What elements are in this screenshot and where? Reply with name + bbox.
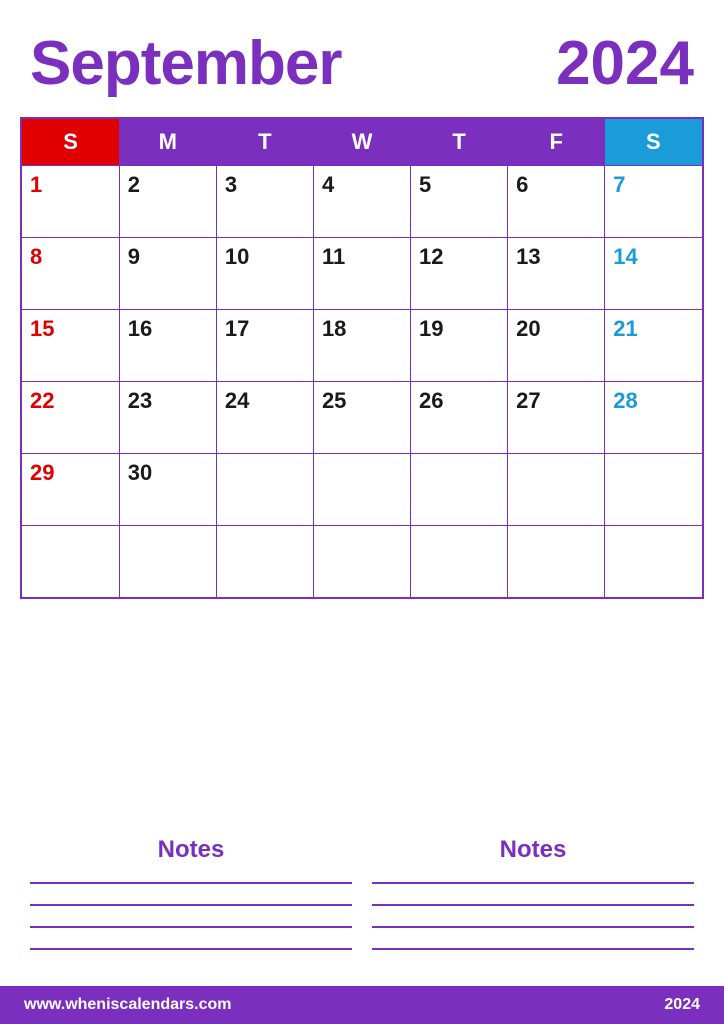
header-tuesday: T <box>216 118 313 166</box>
calendar-cell: 8 <box>21 238 119 310</box>
notes-line-7 <box>372 926 694 928</box>
calendar-cell <box>508 526 605 598</box>
calendar-container: S M T W T F S 12345678910111213141516171… <box>0 117 724 812</box>
calendar-table: S M T W T F S 12345678910111213141516171… <box>20 117 704 599</box>
calendar-cell: 4 <box>313 166 410 238</box>
calendar-cell: 12 <box>411 238 508 310</box>
calendar-cell <box>605 526 703 598</box>
calendar-cell: 30 <box>119 454 216 526</box>
calendar-cell <box>508 454 605 526</box>
calendar-cell: 11 <box>313 238 410 310</box>
calendar-cell <box>216 526 313 598</box>
calendar-cell: 7 <box>605 166 703 238</box>
calendar-row: 22232425262728 <box>21 382 703 454</box>
calendar-cell: 10 <box>216 238 313 310</box>
header-wednesday: W <box>313 118 410 166</box>
calendar-cell: 13 <box>508 238 605 310</box>
calendar-cell: 21 <box>605 310 703 382</box>
calendar-cell: 28 <box>605 382 703 454</box>
month-title: September <box>30 28 341 99</box>
calendar-cell: 15 <box>21 310 119 382</box>
notes-line-8 <box>372 948 694 950</box>
notes-right-title: Notes <box>372 836 694 864</box>
header-friday: F <box>508 118 605 166</box>
calendar-row: 2930 <box>21 454 703 526</box>
calendar-row: 891011121314 <box>21 238 703 310</box>
calendar-cell: 6 <box>508 166 605 238</box>
notes-line-5 <box>372 882 694 884</box>
notes-left: Notes <box>30 836 352 970</box>
notes-right: Notes <box>372 836 694 970</box>
notes-line-1 <box>30 882 352 884</box>
calendar-cell: 14 <box>605 238 703 310</box>
calendar-cell: 26 <box>411 382 508 454</box>
calendar-cell <box>21 526 119 598</box>
calendar-page: September 2024 S M T W T F S 12345678910… <box>0 0 724 1024</box>
calendar-cell <box>313 526 410 598</box>
calendar-body: 1234567891011121314151617181920212223242… <box>21 166 703 598</box>
weekday-header-row: S M T W T F S <box>21 118 703 166</box>
notes-line-6 <box>372 904 694 906</box>
notes-left-title: Notes <box>30 836 352 864</box>
calendar-cell: 19 <box>411 310 508 382</box>
calendar-cell: 20 <box>508 310 605 382</box>
calendar-cell: 29 <box>21 454 119 526</box>
calendar-cell: 24 <box>216 382 313 454</box>
notes-section: Notes Notes <box>0 812 724 986</box>
notes-line-4 <box>30 948 352 950</box>
calendar-cell: 2 <box>119 166 216 238</box>
calendar-cell: 16 <box>119 310 216 382</box>
calendar-row: 15161718192021 <box>21 310 703 382</box>
calendar-row <box>21 526 703 598</box>
notes-line-2 <box>30 904 352 906</box>
calendar-cell: 9 <box>119 238 216 310</box>
footer-year: 2024 <box>664 996 700 1014</box>
calendar-cell: 23 <box>119 382 216 454</box>
calendar-cell <box>411 454 508 526</box>
calendar-cell: 27 <box>508 382 605 454</box>
calendar-cell <box>313 454 410 526</box>
header-monday: M <box>119 118 216 166</box>
calendar-cell: 3 <box>216 166 313 238</box>
calendar-cell: 17 <box>216 310 313 382</box>
header-thursday: T <box>411 118 508 166</box>
calendar-row: 1234567 <box>21 166 703 238</box>
calendar-cell: 25 <box>313 382 410 454</box>
calendar-cell: 22 <box>21 382 119 454</box>
header-sunday: S <box>21 118 119 166</box>
footer-url: www.wheniscalendars.com <box>24 996 231 1014</box>
page-footer: www.wheniscalendars.com 2024 <box>0 986 724 1024</box>
calendar-header: September 2024 <box>0 0 724 117</box>
calendar-cell: 5 <box>411 166 508 238</box>
calendar-cell <box>411 526 508 598</box>
calendar-cell: 1 <box>21 166 119 238</box>
calendar-cell <box>216 454 313 526</box>
notes-line-3 <box>30 926 352 928</box>
calendar-cell: 18 <box>313 310 410 382</box>
header-saturday: S <box>605 118 703 166</box>
calendar-cell <box>119 526 216 598</box>
calendar-cell <box>605 454 703 526</box>
year-title: 2024 <box>556 28 694 99</box>
